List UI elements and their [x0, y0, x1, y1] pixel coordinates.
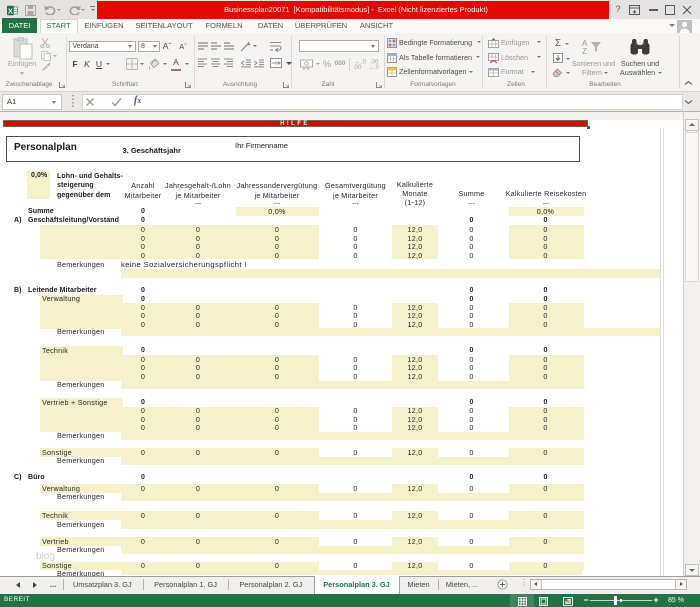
svg-text:X: X — [8, 7, 13, 16]
svg-text:Z: Z — [582, 47, 587, 55]
svg-text:,00: ,00 — [353, 65, 362, 69]
svg-text:→,0: →,0 — [368, 65, 380, 69]
